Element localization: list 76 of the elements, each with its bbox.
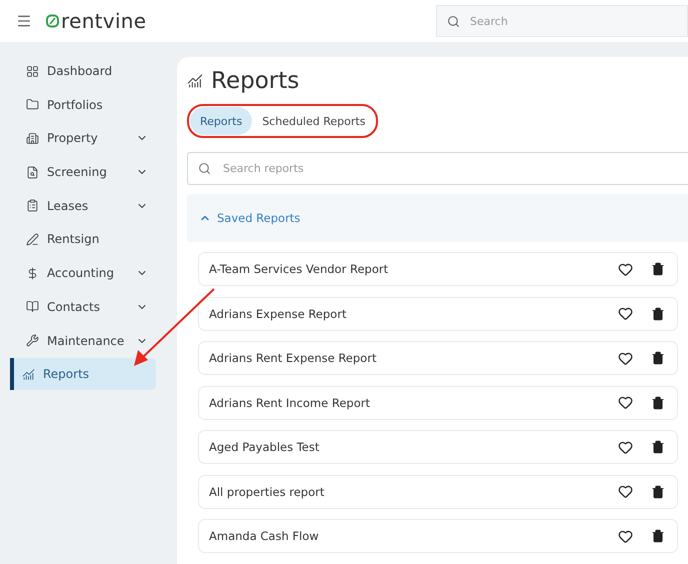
logo: rentvine [46, 9, 146, 33]
search-field[interactable]: Search reports [187, 152, 688, 185]
sidebar-item[interactable]: Portfolios [10, 88, 156, 121]
pen-lines-icon [26, 232, 39, 246]
search-input[interactable]: Search [468, 14, 677, 28]
sidebar-item[interactable]: Dashboard [10, 55, 156, 87]
delete-button[interactable] [651, 306, 665, 320]
delete-button[interactable] [651, 484, 665, 498]
sidebar-item[interactable]: Screening [10, 156, 156, 188]
building-icon [26, 132, 39, 145]
sidebar-item[interactable]: Maintenance [10, 324, 156, 356]
report-row[interactable]: A-Team Services Vendor Report [198, 252, 678, 286]
tab[interactable]: Scheduled Reports [252, 107, 376, 135]
trash-icon [651, 306, 665, 320]
folder-icon [26, 98, 39, 112]
delete-button[interactable] [651, 440, 665, 454]
report-name: Amanda Cash Flow [209, 529, 319, 543]
report-name: Adrians Rent Income Report [209, 396, 370, 410]
delete-button[interactable] [651, 262, 665, 276]
sidebar-item[interactable]: Accounting [10, 257, 156, 290]
chart-icon [22, 368, 35, 381]
report-name: All properties report [209, 484, 324, 498]
heart-icon [618, 484, 633, 499]
trash-icon [651, 351, 665, 365]
search-icon [447, 14, 460, 28]
favorite-button[interactable] [618, 306, 633, 321]
document-search-icon [26, 166, 39, 179]
report-row[interactable]: Amanda Cash Flow [198, 519, 678, 553]
dollar-icon [26, 266, 39, 280]
report-name: A-Team Services Vendor Report [209, 262, 388, 276]
heart-icon [618, 262, 633, 276]
delete-button[interactable] [651, 351, 665, 365]
search-field[interactable]: Search [436, 5, 688, 37]
delete-button[interactable] [651, 529, 665, 543]
report-name: Aged Payables Test [209, 440, 320, 454]
sidebar-item[interactable]: Reports [10, 358, 156, 390]
favorite-button[interactable] [618, 484, 633, 499]
sidebar-item[interactable]: Contacts [10, 290, 156, 323]
favorite-button[interactable] [618, 350, 633, 366]
favorite-button[interactable] [618, 395, 633, 410]
report-name: Adrians Expense Report [209, 306, 346, 320]
heart-icon [618, 306, 633, 321]
heart-icon [618, 440, 633, 454]
favorite-button[interactable] [618, 262, 633, 276]
heart-icon [618, 395, 633, 410]
report-row[interactable]: Aged Payables Test [198, 430, 678, 464]
delete-button[interactable] [651, 396, 665, 410]
sidebar-item[interactable]: Property [10, 122, 156, 154]
heart-icon [618, 350, 633, 366]
chart-icon [187, 73, 203, 89]
sidebar-item[interactable]: Rentsign [10, 223, 156, 256]
search-icon [198, 162, 211, 175]
heart-icon [618, 528, 633, 544]
report-row[interactable]: Adrians Rent Expense Report [198, 341, 678, 375]
book-icon [26, 300, 39, 314]
favorite-button[interactable] [618, 440, 633, 454]
clipboard-icon [26, 199, 39, 212]
trash-icon [651, 529, 665, 543]
leaf-logo-icon [46, 14, 59, 28]
report-row[interactable]: Adrians Expense Report [198, 296, 678, 330]
trash-icon [651, 396, 665, 410]
report-row[interactable]: Adrians Rent Income Report [198, 386, 678, 420]
favorite-button[interactable] [618, 528, 633, 544]
trash-icon [651, 484, 665, 498]
wrench-icon [26, 334, 39, 347]
menu-icon[interactable] [16, 13, 32, 29]
report-row[interactable]: All properties report [198, 474, 678, 508]
grid-icon [26, 64, 39, 78]
search-input[interactable]: Search reports [221, 161, 678, 176]
sidebar-item[interactable]: Leases [10, 190, 156, 222]
trash-icon [651, 440, 665, 454]
report-name: Adrians Rent Expense Report [209, 351, 376, 365]
trash-icon [651, 262, 665, 276]
tab[interactable]: Reports [190, 107, 252, 135]
section-toggle[interactable]: Saved Reports [187, 194, 312, 242]
page-title: Reports [211, 68, 300, 94]
